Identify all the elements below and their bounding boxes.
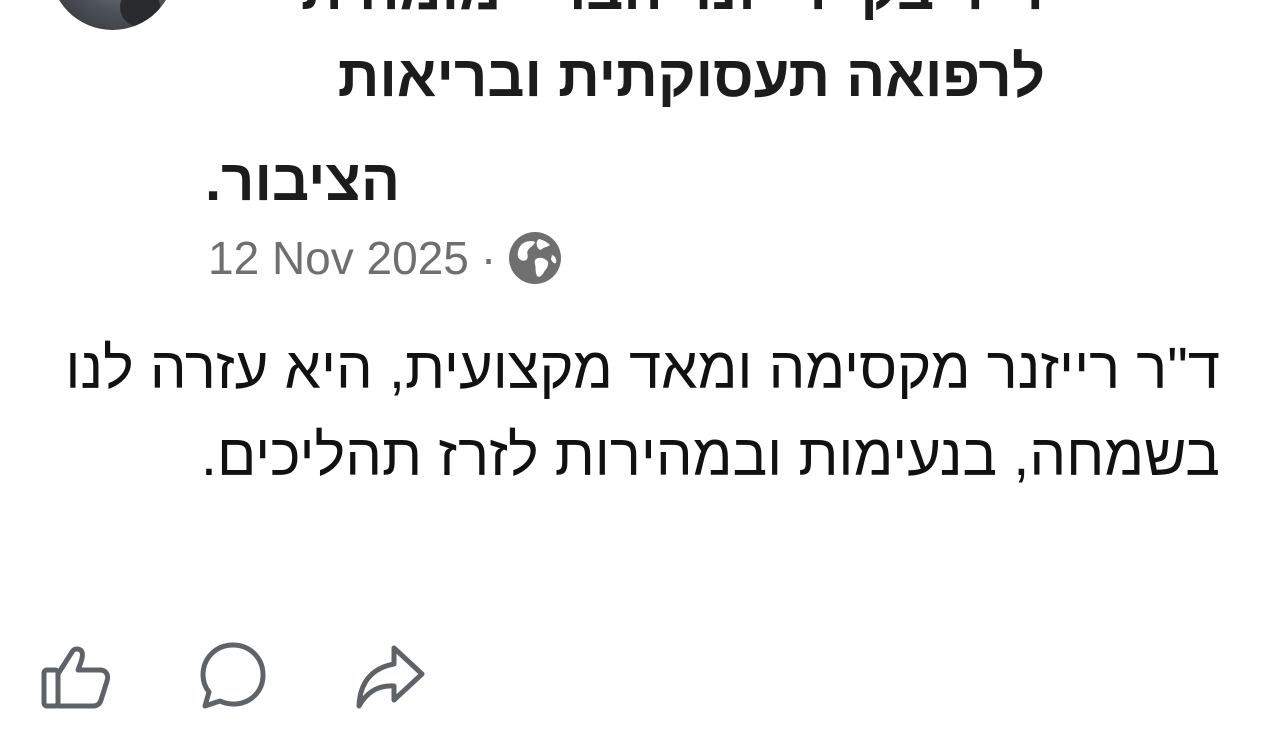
comment-icon xyxy=(200,642,266,709)
post-date[interactable]: 12 Nov 2025 xyxy=(208,231,469,285)
share-icon xyxy=(356,645,425,709)
author-name-tail[interactable]: הציבור. xyxy=(205,137,400,224)
author-name[interactable]: ד"ר בקי רייזנר הבר - מומחית לרפואה תעסוק… xyxy=(205,0,1045,120)
post-body-text: ד"ר רייזנר מקסימה ומאד מקצועית, היא עזרה… xyxy=(65,336,1220,488)
avatar[interactable] xyxy=(50,0,175,30)
like-button[interactable] xyxy=(40,640,112,712)
action-bar xyxy=(40,640,426,712)
comment-button[interactable] xyxy=(197,640,269,712)
meta-separator: · xyxy=(480,232,497,284)
share-button[interactable] xyxy=(354,640,426,712)
post-meta: 12 Nov 2025 · xyxy=(208,228,562,288)
like-icon xyxy=(41,646,111,709)
avatar-detail xyxy=(120,0,160,27)
globe-icon[interactable] xyxy=(508,231,562,285)
post-card: ד"ר בקי רייזנר הבר - מומחית לרפואה תעסוק… xyxy=(0,0,1263,729)
